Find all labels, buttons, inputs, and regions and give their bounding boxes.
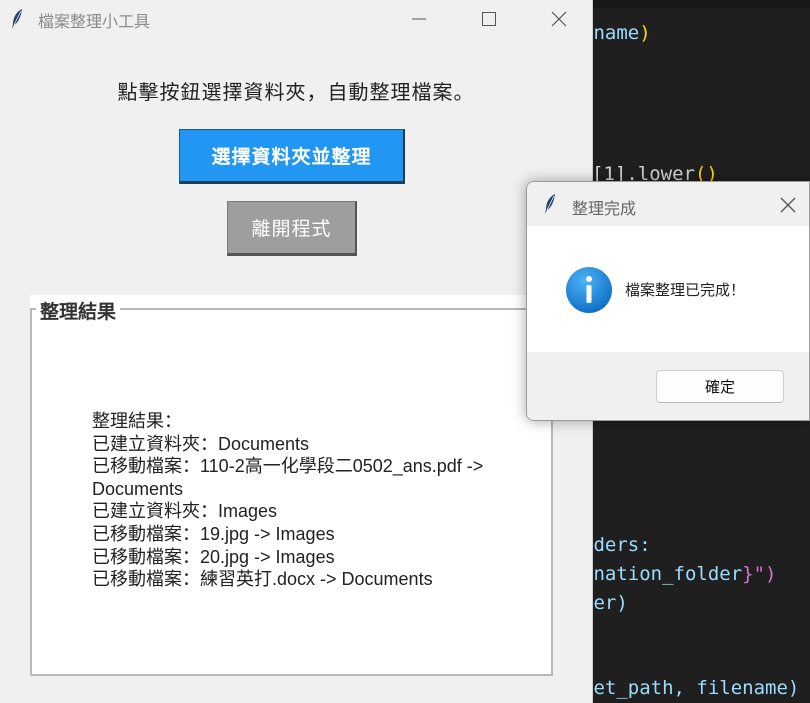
code-line: ination_folder}") <box>582 563 777 585</box>
exit-button[interactable]: 離開程式 <box>227 201 357 256</box>
result-line: 已移動檔案：練習英打.docx -> Documents <box>92 569 433 590</box>
result-line: Documents <box>92 478 184 499</box>
result-group-legend: 整理結果 <box>36 297 121 324</box>
window-title: 檔案整理小工具 <box>38 12 151 31</box>
main-window: 檔案整理小工具 點擊按鈕選擇資料夾，自動整理檔案。 選擇資料夾並整理 離開程式 … <box>0 0 593 703</box>
result-line: 已移動檔案：19.jpg -> Images <box>92 523 335 544</box>
result-line: 整理結果： <box>92 411 182 431</box>
minimize-icon <box>412 18 426 20</box>
code-line: get_path, filename) <box>582 677 800 699</box>
dialog-titlebar[interactable]: 整理完成 <box>527 182 809 226</box>
dialog-message: 檔案整理已完成！ <box>625 281 746 299</box>
select-folder-button[interactable]: 選擇資料夾並整理 <box>179 129 405 184</box>
ok-button[interactable]: 確定 <box>656 370 784 403</box>
close-icon <box>551 11 567 27</box>
result-line: 已建立資料夾：Documents <box>92 433 310 454</box>
result-log: 整理結果： 已建立資料夾：Documents 已移動檔案：110-2高一化學段二… <box>92 410 532 591</box>
feather-icon <box>545 194 555 214</box>
minimize-button[interactable] <box>384 0 454 38</box>
instruction-text: 點擊按鈕選擇資料夾，自動整理檔案。 <box>117 80 475 104</box>
feather-icon <box>12 9 22 29</box>
result-line: 已建立資料夾：Images <box>92 501 278 522</box>
maximize-icon <box>482 12 496 26</box>
close-button[interactable] <box>524 0 594 38</box>
dialog-title: 整理完成 <box>572 199 637 218</box>
completion-dialog: 整理完成 檔案整理已完成！ 確定 <box>526 181 810 421</box>
main-titlebar[interactable]: 檔案整理小工具 <box>0 0 592 38</box>
result-line: 已移動檔案：20.jpg -> Images <box>92 546 335 567</box>
result-line: 已移動檔案：110-2高一化學段二0502_ans.pdf -> <box>92 456 484 477</box>
info-icon <box>566 267 612 313</box>
maximize-button[interactable] <box>454 0 524 38</box>
close-icon[interactable] <box>779 196 797 214</box>
